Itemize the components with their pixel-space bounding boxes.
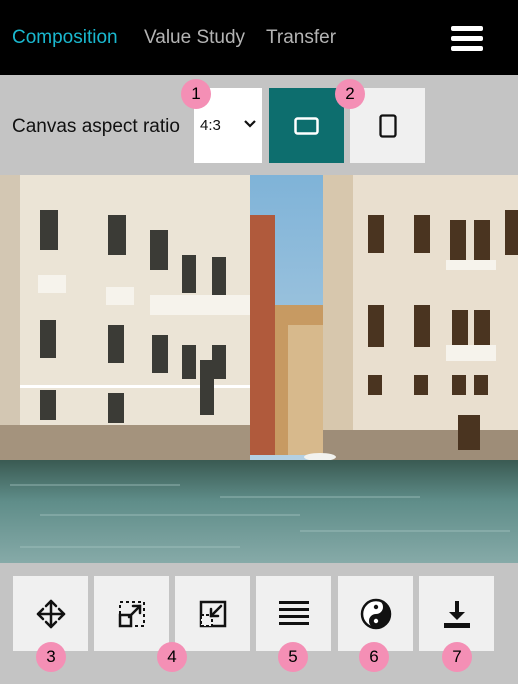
badge-6: 6 <box>359 642 389 672</box>
download-button[interactable] <box>419 576 494 651</box>
reference-photo[interactable] <box>0 175 518 563</box>
shrink-frame-icon <box>199 600 227 628</box>
shrink-button[interactable] <box>175 576 250 651</box>
yin-yang-icon <box>360 598 392 630</box>
lines-button[interactable] <box>256 576 331 651</box>
badge-4: 4 <box>157 642 187 672</box>
landscape-rectangle-icon <box>294 117 319 135</box>
badge-3: 3 <box>36 642 66 672</box>
chevron-down-icon <box>244 120 256 128</box>
badge-1: 1 <box>181 79 211 109</box>
badge-2: 2 <box>335 79 365 109</box>
value-toggle-button[interactable] <box>338 576 413 651</box>
tab-transfer[interactable]: Transfer <box>266 27 336 49</box>
download-icon <box>444 601 470 628</box>
tab-composition[interactable]: Composition <box>12 27 118 49</box>
tab-value-study[interactable]: Value Study <box>144 27 245 49</box>
aspect-ratio-value: 4:3 <box>200 117 221 134</box>
horizontal-lines-icon <box>279 601 309 625</box>
move-arrows-icon <box>36 599 66 629</box>
portrait-rectangle-icon <box>379 114 397 138</box>
expand-button[interactable] <box>94 576 169 651</box>
canal-photo-image <box>0 175 518 563</box>
aspect-ratio-label: Canvas aspect ratio <box>12 116 180 137</box>
expand-frame-icon <box>118 601 145 628</box>
badge-5: 5 <box>278 642 308 672</box>
landscape-button[interactable] <box>269 88 344 163</box>
top-nav-bar: Composition Value Study Transfer <box>0 0 518 75</box>
badge-7: 7 <box>442 642 472 672</box>
move-button[interactable] <box>13 576 88 651</box>
hamburger-menu-icon[interactable] <box>451 24 485 54</box>
